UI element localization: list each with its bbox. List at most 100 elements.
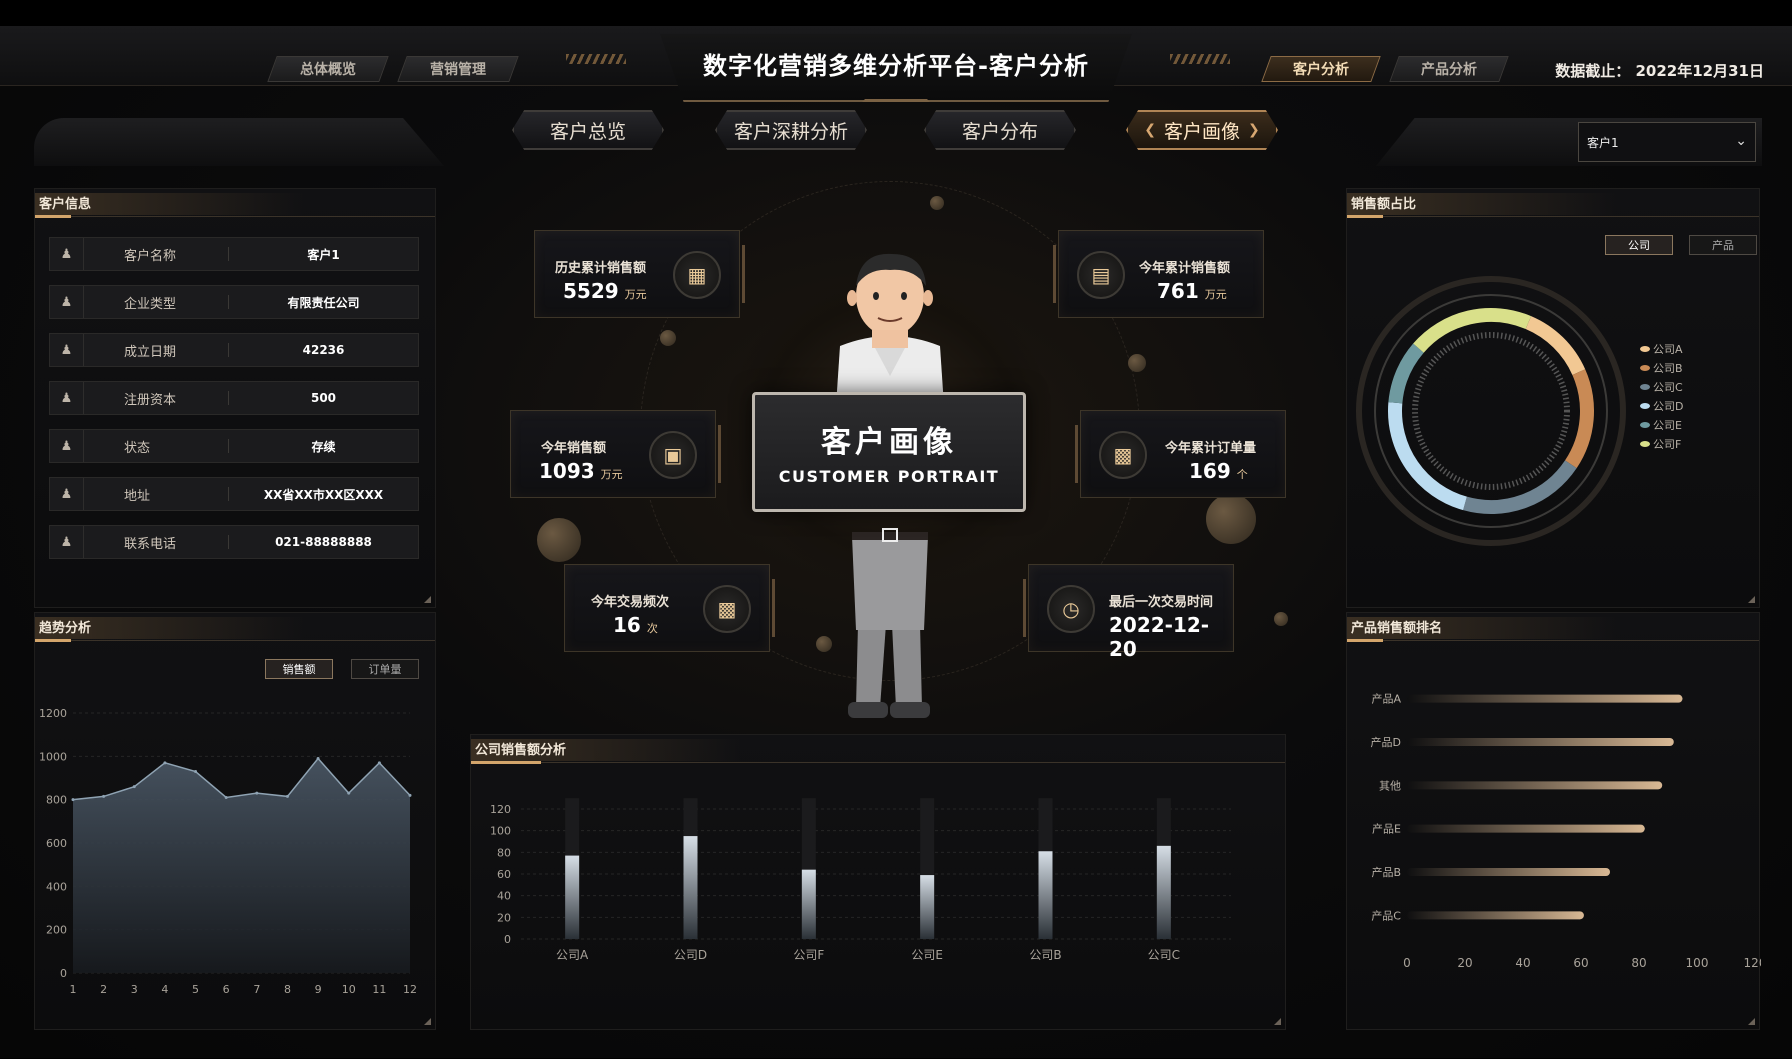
- bar: [1407, 738, 1674, 746]
- subtab-distribution[interactable]: 客户分布: [924, 110, 1076, 150]
- y-tick-label: 800: [46, 794, 67, 807]
- decor-sphere: [930, 196, 944, 210]
- stat-label: 最后一次交易时间: [1109, 595, 1214, 610]
- trend-point: [408, 793, 412, 797]
- panel-title: 趋势分析: [35, 617, 305, 639]
- info-row: ♟ 企业类型 有限责任公司: [49, 285, 419, 319]
- legend-marker: [1640, 403, 1650, 409]
- info-value: 客户1: [307, 247, 340, 262]
- stat-card-year-cumulative-sales: ▤ 今年累计销售额 761 万元: [1053, 230, 1264, 318]
- date-value: 2022年12月31日: [1635, 62, 1765, 80]
- product-ranking-chart: 产品A 产品D 其他产品E 产品B 产品C 0 20 40 60 80 100 120: [1371, 692, 1761, 970]
- stat-label: 历史累计销售额: [555, 261, 647, 276]
- bar: [920, 875, 935, 939]
- trend-point: [163, 761, 167, 765]
- subtab-portrait[interactable]: ❮ 客户画像 ❯: [1126, 110, 1278, 150]
- nav-tab-label: 总体概览: [300, 62, 356, 78]
- share-product-button[interactable]: 产品: [1689, 235, 1757, 255]
- nav-tab-overview[interactable]: 总体概览: [267, 56, 389, 82]
- y-tick-label: 产品A: [1371, 692, 1401, 706]
- customer-select[interactable]: 客户1 ⌄: [1578, 122, 1756, 162]
- trend-point: [255, 791, 259, 795]
- sales-share-panel: 销售额占比 公司 产品 公司A 公司B 公司C 公司D 公司E 公司F: [1346, 188, 1760, 608]
- x-tick-label: 100: [1686, 956, 1709, 970]
- trend-point: [224, 796, 228, 799]
- trend-point: [71, 798, 75, 802]
- dashboard-screen: 总体概览 营销管理 数字化营销多维分析平台-客户分析 客户分析 产品分析 数据截…: [0, 26, 1792, 1058]
- box-icon: ▩: [703, 585, 751, 633]
- info-value: 42236: [302, 343, 345, 357]
- x-tick-label: 公司F: [793, 948, 824, 962]
- subtab-overview[interactable]: 客户总览: [512, 110, 664, 150]
- trend-sales-button[interactable]: 销售额: [265, 659, 333, 679]
- stat-value: 16: [613, 613, 641, 637]
- x-tick-label: 公司D: [674, 948, 707, 962]
- panel-title: 产品销售额排名: [1347, 617, 1617, 639]
- nav-tab-marketing[interactable]: 营销管理: [397, 56, 519, 82]
- nav-tab-customer-analysis[interactable]: 客户分析: [1261, 56, 1381, 82]
- trend-point: [194, 770, 198, 773]
- x-tick-label: 120: [1744, 956, 1761, 970]
- nav-tab-label: 产品分析: [1421, 62, 1477, 78]
- y-tick-label: 120: [490, 803, 511, 816]
- chevron-right-icon: ❯: [1248, 122, 1260, 138]
- corner-mark: [1748, 596, 1755, 603]
- x-tick-label: 3: [131, 983, 138, 996]
- panel-header: 产品销售额排名: [1347, 613, 1759, 642]
- stat-value: 1093: [539, 459, 595, 483]
- panel-header: 趋势分析: [35, 613, 435, 642]
- info-row: ♟ 地址 XX省XX市XX区XXX: [49, 477, 419, 511]
- chevron-left-icon: ❮: [1144, 122, 1156, 138]
- decor-sphere: [1274, 612, 1288, 626]
- y-tick-label: 0: [60, 967, 67, 980]
- x-tick-label: 9: [315, 983, 322, 996]
- user-icon: ♟: [50, 478, 84, 510]
- y-tick-label: 产品B: [1371, 865, 1401, 879]
- decor-sphere: [537, 518, 581, 562]
- info-label: 成立日期: [124, 344, 177, 360]
- subtab-label: 客户分布: [961, 120, 1038, 143]
- x-tick-label: 20: [1457, 956, 1472, 970]
- stat-unit: 个: [1236, 468, 1248, 481]
- y-tick-label: 其他: [1379, 779, 1401, 792]
- decor-stripes: [566, 54, 626, 64]
- calendar-chart-icon: ▦: [673, 251, 721, 299]
- legend-label: 公司E: [1653, 419, 1682, 432]
- x-tick-label: 8: [284, 983, 291, 996]
- x-tick-label: 2: [100, 983, 107, 996]
- y-tick-label: 60: [497, 868, 511, 881]
- panel-accent: [1347, 215, 1383, 218]
- stat-label: 今年交易频次: [591, 595, 670, 610]
- share-company-button[interactable]: 公司: [1605, 235, 1673, 255]
- decor-sphere: [1206, 494, 1256, 544]
- stat-unit: 万元: [1204, 288, 1227, 301]
- trend-orders-button[interactable]: 订单量: [351, 659, 419, 679]
- corner-mark: [424, 1018, 431, 1025]
- y-tick-label: 400: [46, 880, 67, 893]
- subtab-label: 客户总览: [549, 120, 626, 143]
- nav-tab-label: 营销管理: [430, 62, 486, 78]
- panel-header: 销售额占比: [1347, 189, 1759, 218]
- legend-marker: [1640, 346, 1650, 352]
- subtab-deep-analysis[interactable]: 客户深耕分析: [715, 110, 867, 150]
- trend-chart: 0200400600800100012001 2 3 4 5 6 7 8 9 10 11 12: [39, 707, 417, 996]
- x-tick-label: 公司A: [556, 948, 589, 962]
- y-tick-label: 产品D: [1371, 735, 1401, 749]
- stat-value: 2022-12-20: [1109, 613, 1210, 661]
- corner-mark: [1748, 1018, 1755, 1025]
- trend-point: [285, 794, 289, 798]
- stat-label: 今年销售额: [541, 441, 607, 456]
- bar: [1407, 824, 1645, 833]
- pie-slice: [1413, 308, 1532, 353]
- stat-unit: 万元: [624, 288, 647, 301]
- decor-sphere: [1128, 354, 1146, 372]
- stat-card-trade-frequency: 今年交易频次 16 次 ▩: [564, 564, 775, 652]
- customer-select-value: 客户1: [1587, 135, 1619, 150]
- y-tick-label: 200: [46, 924, 67, 937]
- pie-slice: [1388, 343, 1424, 404]
- panel-accent: [35, 215, 71, 218]
- x-tick-label: 4: [161, 983, 168, 996]
- nav-tab-product-analysis[interactable]: 产品分析: [1389, 56, 1509, 82]
- info-label: 联系电话: [124, 536, 177, 552]
- panel-accent: [1347, 639, 1383, 642]
